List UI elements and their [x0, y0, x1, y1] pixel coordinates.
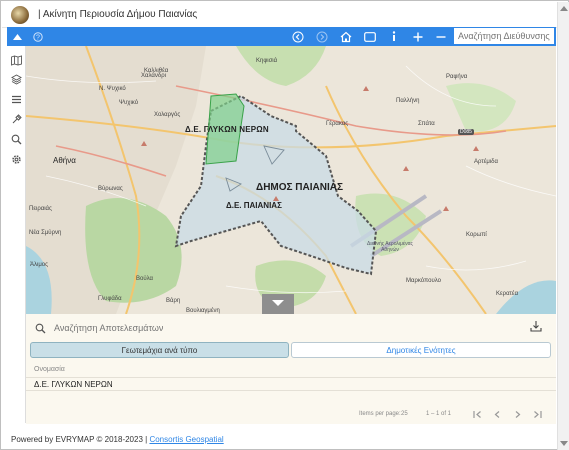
download-icon[interactable] — [530, 319, 544, 333]
vertical-scrollbar[interactable] — [557, 2, 569, 450]
search-icon — [35, 323, 46, 333]
table-cell-name: Δ.Ε. ΓΛΥΚΩΝ ΝΕΡΩΝ — [34, 380, 113, 389]
home-icon[interactable] — [339, 27, 353, 46]
scroll-up-icon[interactable] — [560, 6, 568, 11]
search-icon[interactable] — [10, 133, 23, 146]
first-page-icon[interactable] — [471, 408, 483, 420]
info-icon[interactable] — [388, 27, 400, 46]
map-icon[interactable] — [10, 54, 23, 67]
tools-icon[interactable] — [10, 113, 23, 126]
svg-text:?: ? — [36, 34, 40, 41]
column-header-name: Ονομασία — [34, 366, 65, 373]
map-toolbar: ? — [7, 27, 556, 46]
items-per-page-label: Items per page: — [359, 411, 401, 417]
tab-parcels-by-type[interactable]: Γεωτεμάχια ανά τύπο — [30, 342, 289, 358]
list-icon[interactable] — [10, 93, 23, 106]
zoom-in-icon[interactable] — [411, 27, 425, 46]
last-page-icon[interactable] — [531, 408, 543, 420]
next-page-icon[interactable] — [511, 408, 523, 420]
powered-by-text: Powered by EVRYMAP © 2018-2023 | — [11, 435, 148, 444]
previous-page-icon[interactable] — [491, 408, 503, 420]
map-view[interactable]: Καλλιθέα Ν. Ψυχικό Ψυχικό Χαλάνδρι Χολαρ… — [26, 46, 556, 314]
app-title: | Ακίνητη Περιουσία Δήμου Παιανίας — [38, 9, 198, 20]
table-row[interactable]: Δ.Ε. ΓΛΥΚΩΝ ΝΕΡΩΝ — [26, 377, 556, 391]
app-window: | Ακίνητη Περιουσία Δήμου Παιανίας ? Ανα… — [0, 0, 569, 450]
fullscreen-icon[interactable] — [363, 27, 377, 46]
tab-municipal-units[interactable]: Δημοτικές Ενότητες — [291, 342, 551, 358]
forward-icon[interactable] — [315, 27, 329, 46]
scroll-down-icon[interactable] — [560, 441, 568, 446]
footer: Powered by EVRYMAP © 2018-2023 | Consort… — [11, 435, 224, 444]
settings-icon[interactable] — [10, 153, 23, 166]
map-canvas — [26, 46, 556, 314]
range-label: 1 – 1 of 1 — [426, 411, 452, 417]
address-search-input[interactable] — [453, 27, 555, 45]
items-per-page-select[interactable]: 25 — [401, 411, 408, 417]
results-panel: Γεωτεμάχια ανά τύπο Δημοτικές Ενότητες Ο… — [26, 314, 556, 424]
layers-icon[interactable] — [10, 73, 23, 86]
caret-up-icon[interactable] — [10, 27, 24, 46]
help-icon[interactable]: ? — [31, 27, 45, 46]
back-icon[interactable] — [291, 27, 305, 46]
consortis-link[interactable]: Consortis Geospatial — [149, 435, 223, 444]
left-sidebar — [7, 46, 26, 423]
zoom-out-icon[interactable] — [434, 27, 448, 46]
results-search-input[interactable] — [54, 323, 184, 333]
title-bar: | Ακίνητη Περιουσία Δήμου Παιανίας — [2, 2, 557, 28]
results-search — [35, 319, 190, 337]
municipality-logo — [11, 5, 29, 24]
